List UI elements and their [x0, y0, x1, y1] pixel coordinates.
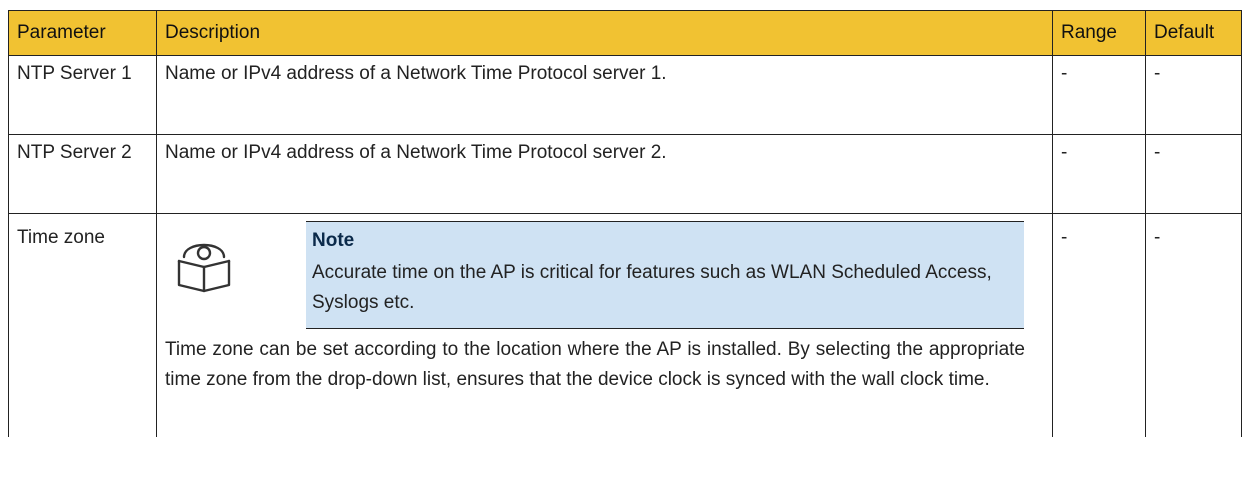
note-title: Note — [312, 230, 355, 251]
book-reader-icon — [177, 243, 231, 293]
range-cell: - — [1052, 55, 1146, 135]
description-text: Time zone can be set according to the lo… — [165, 339, 1025, 390]
description-cell: Name or IPv4 address of a Network Time P… — [156, 55, 1053, 135]
default-cell: - — [1145, 213, 1242, 437]
note-callout: Note Accurate time on the AP is critical… — [165, 221, 1044, 329]
note-text: Accurate time on the AP is critical for … — [312, 262, 992, 313]
header-default: Default — [1145, 10, 1242, 56]
note-box: Note Accurate time on the AP is critical… — [306, 221, 1024, 329]
table-row: Time zone Note Accurate time on the AP i… — [8, 213, 1242, 437]
parameter-cell: Time zone — [8, 213, 157, 437]
header-range: Range — [1052, 10, 1146, 56]
table-row: NTP Server 2 Name or IPv4 address of a N… — [8, 134, 1242, 214]
header-parameter: Parameter — [8, 10, 157, 56]
parameter-table: Parameter Description Range Default NTP … — [8, 10, 1242, 437]
range-cell: - — [1052, 213, 1146, 437]
default-cell: - — [1145, 55, 1242, 135]
parameter-cell: NTP Server 1 — [8, 55, 157, 135]
description-cell: Note Accurate time on the AP is critical… — [156, 213, 1053, 437]
description-cell: Name or IPv4 address of a Network Time P… — [156, 134, 1053, 214]
range-cell: - — [1052, 134, 1146, 214]
table-row: NTP Server 1 Name or IPv4 address of a N… — [8, 55, 1242, 135]
default-cell: - — [1145, 134, 1242, 214]
header-description: Description — [156, 10, 1053, 56]
table-header-row: Parameter Description Range Default — [8, 10, 1242, 56]
parameter-cell: NTP Server 2 — [8, 134, 157, 214]
